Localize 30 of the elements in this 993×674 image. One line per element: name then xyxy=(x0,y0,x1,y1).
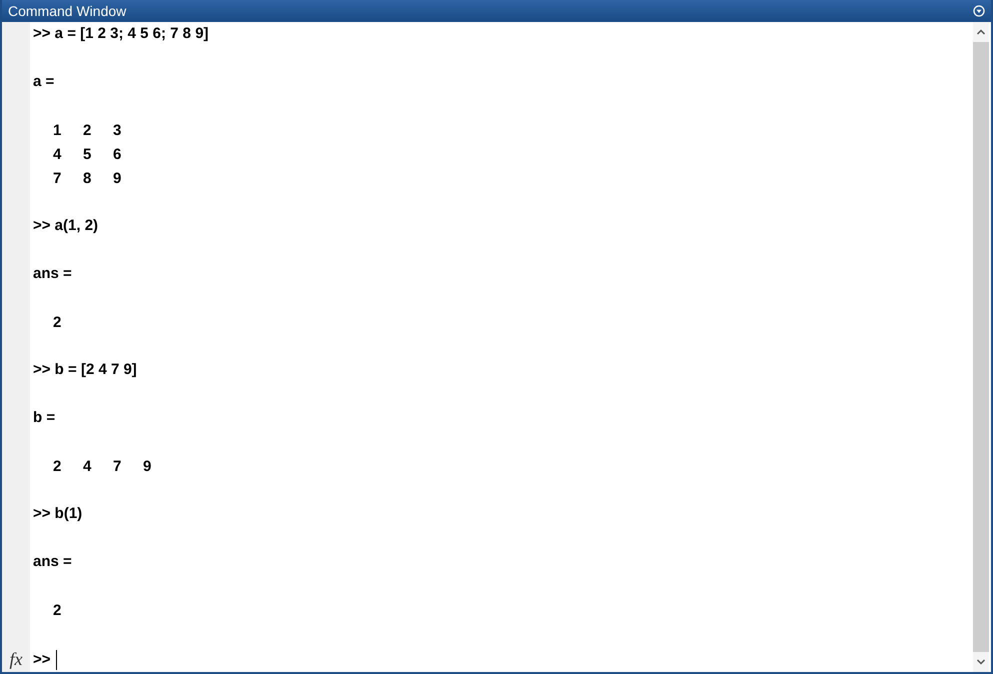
output-label: ans = xyxy=(33,552,73,572)
function-browser-button[interactable]: fx xyxy=(10,649,22,670)
matrix-value: 5 xyxy=(83,146,92,162)
matrix-value: 4 xyxy=(83,458,92,474)
matrix-value: 8 xyxy=(83,170,92,186)
matrix-value: 2 xyxy=(53,314,62,330)
command-line: >> b(1) xyxy=(33,504,84,524)
scroll-up-icon[interactable] xyxy=(976,28,986,36)
scroll-down-icon[interactable] xyxy=(976,658,986,666)
output-label: b = xyxy=(33,408,56,428)
matrix-value: 6 xyxy=(113,146,122,162)
menu-icon[interactable] xyxy=(973,5,985,17)
matrix-value: 2 xyxy=(83,122,92,138)
matrix-value: 2 xyxy=(53,458,62,474)
command-line: >> a = [1 2 3; 4 5 6; 7 8 9] xyxy=(33,24,210,44)
matrix-value: 7 xyxy=(113,458,122,474)
matrix-value: 9 xyxy=(143,458,152,474)
matrix-value: 9 xyxy=(113,170,122,186)
command-line: >> a(1, 2) xyxy=(33,216,100,236)
text-cursor xyxy=(56,650,57,670)
matrix-value: 1 xyxy=(53,122,62,138)
output-label: ans = xyxy=(33,264,73,284)
matrix-value: 2 xyxy=(53,602,62,618)
matrix-value: 4 xyxy=(53,146,62,162)
matrix-value: 3 xyxy=(113,122,122,138)
command-line: >> b = [2 4 7 9] xyxy=(33,360,138,380)
prompt: >> xyxy=(33,650,51,670)
matrix-value: 7 xyxy=(53,170,62,186)
window-title: Command Window xyxy=(8,3,126,19)
output-label: a = xyxy=(33,72,56,92)
